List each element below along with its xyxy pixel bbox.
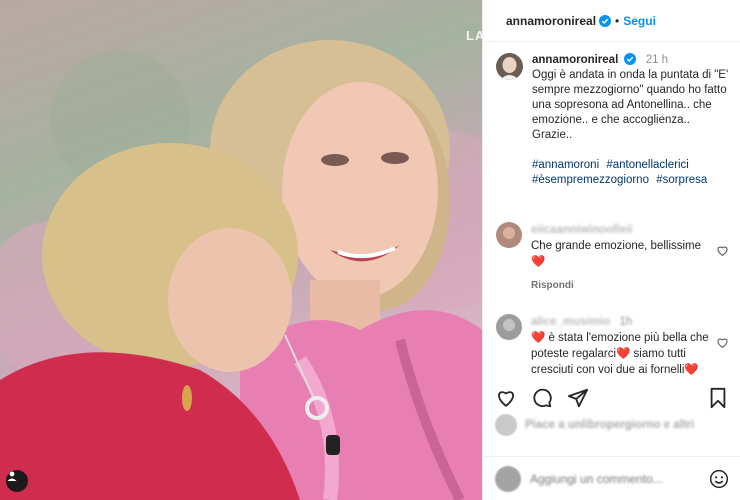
comment-item: alice_musimio 1h ❤️ è stata l'emozione p… [483, 314, 740, 378]
follow-button[interactable]: Segui [623, 14, 656, 28]
caption-text: Oggi è andata in onda la puntata di "E' … [532, 69, 729, 141]
post-photo[interactable]: LA [0, 0, 482, 500]
hashtag-link[interactable]: #sorpresa [656, 173, 707, 188]
photo-illustration [0, 40, 482, 500]
user-tag-icon [7, 471, 17, 481]
post-caption: annamoronireal 21 h Oggi è andata in ond… [483, 43, 740, 188]
comment-text: Che grande emozione, bellissime ❤️ [531, 240, 702, 268]
overlay-watermark: LA [466, 28, 482, 43]
heart-icon[interactable] [495, 387, 517, 409]
reply-button[interactable]: Rispondi [531, 278, 711, 294]
post-side-panel: annamoronireal • Segui annamoronireal 21… [482, 0, 740, 500]
caption-time[interactable]: 21 h [646, 54, 668, 66]
share-icon[interactable] [567, 387, 589, 409]
header-separator: • [615, 13, 620, 28]
likes-summary[interactable]: Piace a unlibropergiorno e altri [495, 414, 694, 436]
comment-icon[interactable] [531, 387, 553, 409]
comment-avatar[interactable] [496, 222, 522, 248]
hashtag-link[interactable]: #èsempremezzogiorno [532, 173, 649, 188]
caption-hashtags: #annamoroni #antonellaclerici #èsempreme… [532, 158, 731, 188]
likes-text[interactable]: Piace a unlibropergiorno e altri [525, 419, 694, 431]
like-comment-heart-icon[interactable] [716, 244, 729, 257]
bookmark-icon[interactable] [707, 387, 729, 409]
comment-avatar[interactable] [496, 314, 522, 340]
post-header: annamoronireal • Segui [483, 0, 740, 42]
add-comment-bar [483, 456, 740, 500]
post-action-bar [483, 384, 740, 412]
comment-item: eiicaanniwinoolleii Che grande emozione,… [483, 222, 740, 294]
comment-username[interactable]: alice_musimio [531, 316, 610, 328]
liker-avatar [495, 414, 517, 436]
current-user-avatar [495, 465, 521, 492]
caption-username[interactable]: annamoronireal [532, 54, 618, 66]
comment-time: 1h [619, 316, 633, 328]
comments-list[interactable]: annamoronireal 21 h Oggi è andata in ond… [483, 43, 740, 378]
header-username[interactable]: annamoronireal [506, 14, 596, 28]
verified-icon [624, 53, 637, 65]
user-tag-button[interactable] [6, 470, 28, 492]
comment-username[interactable]: eiicaanniwinoolleii [531, 224, 633, 236]
caption-avatar[interactable] [496, 53, 523, 80]
emoji-icon[interactable] [709, 469, 729, 489]
comment-input[interactable] [530, 471, 709, 486]
hashtag-link[interactable]: #annamoroni [532, 158, 599, 173]
like-comment-heart-icon[interactable] [716, 336, 729, 349]
hashtag-link[interactable]: #antonellaclerici [606, 158, 688, 173]
comment-text: ❤️ è stata l'emozione più bella che pote… [531, 332, 709, 376]
verified-icon [599, 14, 612, 27]
